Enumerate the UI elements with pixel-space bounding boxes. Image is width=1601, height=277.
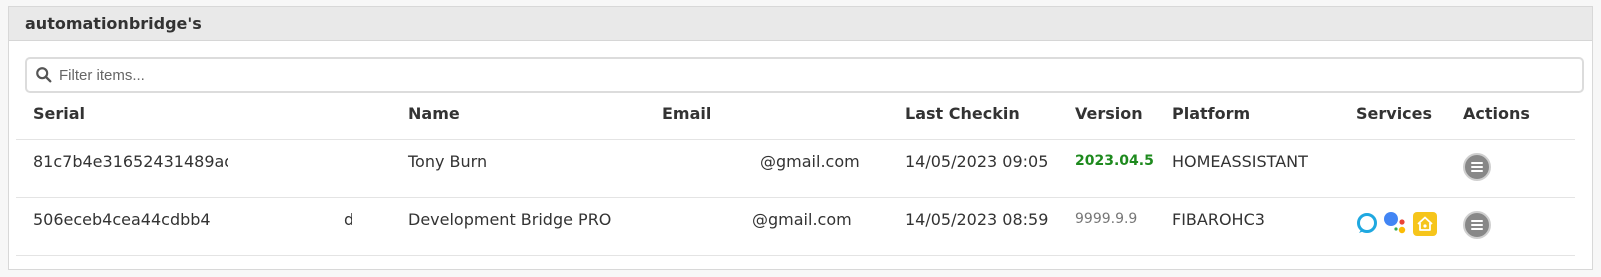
row-platform: FIBAROHC3 bbox=[1172, 210, 1265, 229]
row-actions-menu-button[interactable] bbox=[1463, 211, 1491, 239]
header-version[interactable]: Version bbox=[1075, 104, 1143, 123]
row-email: @gmail.com bbox=[752, 210, 852, 229]
row-last-checkin: 14/05/2023 08:59 bbox=[905, 210, 1049, 229]
search-icon bbox=[36, 67, 52, 83]
row-platform: HOMEASSISTANT bbox=[1172, 152, 1308, 171]
smartthings-home-icon bbox=[1413, 212, 1437, 236]
row-version: 9999.9.9 bbox=[1075, 211, 1138, 227]
header-serial[interactable]: Serial bbox=[33, 104, 85, 123]
row-last-checkin: 14/05/2023 09:05 bbox=[905, 152, 1049, 171]
filter-box[interactable] bbox=[25, 57, 1584, 93]
filter-input[interactable] bbox=[59, 66, 1559, 84]
alexa-icon bbox=[1357, 213, 1377, 233]
header-services[interactable]: Services bbox=[1356, 104, 1432, 123]
row-version: 2023.04.5 bbox=[1075, 153, 1154, 169]
header-divider bbox=[16, 139, 1575, 140]
header-email[interactable]: Email bbox=[662, 104, 711, 123]
row-serial: 506eceb4cea44cdbb4 bbox=[33, 210, 211, 229]
menu-icon bbox=[1471, 162, 1483, 172]
panel-title: automationbridge's bbox=[9, 7, 1592, 41]
header-platform[interactable]: Platform bbox=[1172, 104, 1250, 123]
row-divider bbox=[16, 197, 1575, 198]
row-name: Tony Burn bbox=[408, 152, 488, 171]
row-divider bbox=[16, 255, 1575, 256]
google-assistant-icon bbox=[1384, 212, 1406, 234]
row-email: @gmail.com bbox=[760, 152, 860, 171]
row-serial-overflow: d bbox=[344, 210, 352, 229]
row-serial: 81c7b4e31652431489ade bbox=[33, 152, 228, 171]
row-actions-menu-button[interactable] bbox=[1463, 153, 1491, 181]
menu-icon bbox=[1471, 220, 1483, 230]
row-name: Development Bridge PRO bbox=[408, 210, 612, 229]
header-name[interactable]: Name bbox=[408, 104, 460, 123]
header-actions: Actions bbox=[1463, 104, 1530, 123]
header-last-checkin[interactable]: Last Checkin bbox=[905, 104, 1020, 123]
